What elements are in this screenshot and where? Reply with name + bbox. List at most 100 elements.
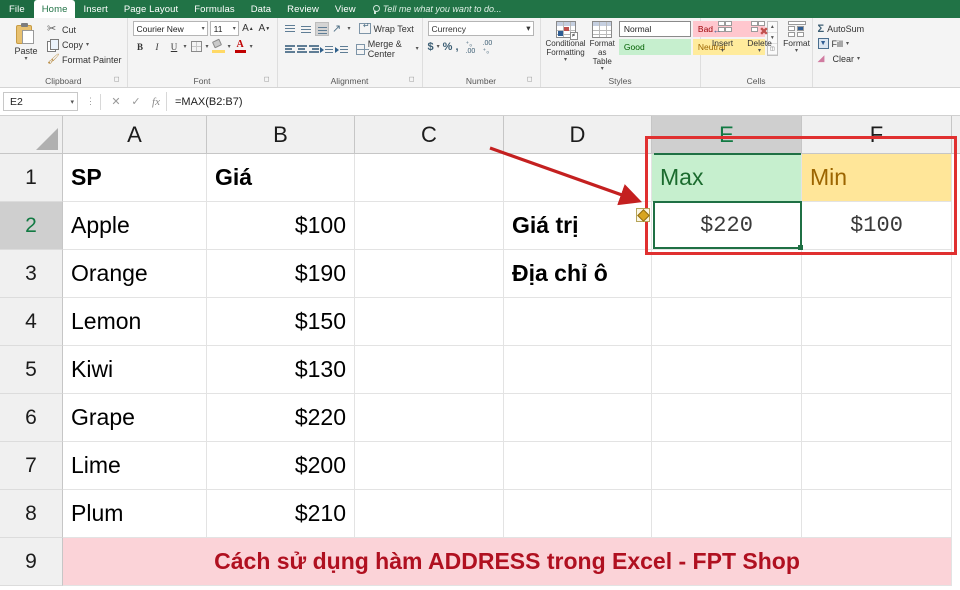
cell-c4[interactable] bbox=[355, 298, 504, 346]
chevron-down-icon[interactable]: ▾ bbox=[228, 44, 231, 50]
chevron-down-icon[interactable]: ▾ bbox=[564, 57, 567, 63]
merge-center-button[interactable]: Merge & Center ▾ bbox=[356, 39, 419, 59]
cell-a2[interactable]: Apple bbox=[63, 202, 207, 250]
column-header-c[interactable]: C bbox=[355, 116, 504, 153]
cell-d4[interactable] bbox=[504, 298, 652, 346]
cell-b4[interactable]: $150 bbox=[207, 298, 355, 346]
cell-a6[interactable]: Grape bbox=[63, 394, 207, 442]
cell-d7[interactable] bbox=[504, 442, 652, 490]
number-format-combo[interactable]: Currency ▾ bbox=[428, 21, 534, 36]
cell-f5[interactable] bbox=[802, 346, 952, 394]
chevron-down-icon[interactable]: ▾ bbox=[416, 46, 419, 52]
borders-button[interactable] bbox=[189, 39, 204, 54]
font-color-button[interactable]: A bbox=[233, 39, 248, 54]
cell-b3[interactable]: $190 bbox=[207, 250, 355, 298]
chevron-down-icon[interactable]: ▾ bbox=[70, 98, 74, 106]
number-dialog-launcher[interactable]: ◻ bbox=[527, 74, 533, 86]
cell-a8[interactable]: Plum bbox=[63, 490, 207, 538]
cell-f7[interactable] bbox=[802, 442, 952, 490]
tab-review[interactable]: Review bbox=[279, 0, 327, 18]
fill-handle[interactable] bbox=[798, 245, 803, 250]
tab-formulas[interactable]: Formulas bbox=[186, 0, 242, 18]
confirm-formula-button[interactable]: ✓ bbox=[126, 95, 146, 108]
cell-e1[interactable]: Max bbox=[652, 154, 802, 202]
column-header-b[interactable]: B bbox=[207, 116, 355, 153]
column-header-e[interactable]: E bbox=[652, 116, 802, 153]
row-header-7[interactable]: 7 bbox=[0, 442, 63, 490]
chevron-down-icon[interactable]: ▾ bbox=[857, 56, 860, 62]
row-header-6[interactable]: 6 bbox=[0, 394, 63, 442]
cell-c8[interactable] bbox=[355, 490, 504, 538]
clear-button[interactable]: Clear ▾ bbox=[818, 51, 865, 66]
cell-a1[interactable]: SP bbox=[63, 154, 207, 202]
font-name-combo[interactable]: Courier New ▾ bbox=[133, 21, 208, 36]
chevron-down-icon[interactable]: ▾ bbox=[758, 48, 761, 54]
column-header-f[interactable]: F bbox=[802, 116, 952, 153]
formula-input[interactable]: =MAX(B2:B7) bbox=[166, 92, 960, 111]
chevron-down-icon[interactable]: ▾ bbox=[184, 44, 187, 50]
chevron-down-icon[interactable]: ▾ bbox=[348, 26, 351, 32]
cell-b5[interactable]: $130 bbox=[207, 346, 355, 394]
cell-b8[interactable]: $210 bbox=[207, 490, 355, 538]
tab-view[interactable]: View bbox=[327, 0, 364, 18]
insert-function-button[interactable]: fx bbox=[146, 96, 166, 108]
cell-e2[interactable]: $220 bbox=[652, 202, 802, 250]
alignment-dialog-launcher[interactable]: ◻ bbox=[409, 74, 415, 86]
cancel-formula-button[interactable]: ✕ bbox=[106, 95, 126, 108]
tab-home[interactable]: Home bbox=[34, 0, 76, 18]
orientation-button[interactable] bbox=[331, 21, 346, 36]
align-bottom-button[interactable] bbox=[315, 22, 329, 36]
align-center-button[interactable] bbox=[295, 42, 305, 56]
row-header-8[interactable]: 8 bbox=[0, 490, 63, 538]
bold-button[interactable]: B bbox=[133, 39, 148, 54]
decrease-indent-button[interactable] bbox=[320, 42, 333, 57]
row-header-5[interactable]: 5 bbox=[0, 346, 63, 394]
cell-f8[interactable] bbox=[802, 490, 952, 538]
cell-e6[interactable] bbox=[652, 394, 802, 442]
cell-c5[interactable] bbox=[355, 346, 504, 394]
cell-style-good[interactable]: Good bbox=[619, 39, 691, 55]
cell-f6[interactable] bbox=[802, 394, 952, 442]
row-header-4[interactable]: 4 bbox=[0, 298, 63, 346]
chevron-down-icon[interactable]: ▾ bbox=[24, 56, 27, 62]
chevron-down-icon[interactable]: ▾ bbox=[846, 41, 849, 47]
align-left-button[interactable] bbox=[283, 42, 293, 56]
decrease-font-size-button[interactable]: A▼ bbox=[257, 21, 271, 36]
chevron-down-icon[interactable]: ▾ bbox=[250, 44, 253, 50]
cell-d2[interactable]: Giá trị bbox=[504, 202, 652, 250]
cell-c6[interactable] bbox=[355, 394, 504, 442]
tab-data[interactable]: Data bbox=[243, 0, 279, 18]
comma-format-button[interactable]: , bbox=[455, 41, 458, 53]
cell-a5[interactable]: Kiwi bbox=[63, 346, 207, 394]
cell-f4[interactable] bbox=[802, 298, 952, 346]
decrease-decimal-button[interactable]: .00⁺₀ bbox=[483, 40, 497, 53]
tell-me-search[interactable]: Tell me what you want to do... bbox=[364, 0, 510, 18]
font-size-combo[interactable]: 11 ▾ bbox=[210, 21, 239, 36]
cell-b7[interactable]: $200 bbox=[207, 442, 355, 490]
select-all-corner[interactable] bbox=[0, 116, 63, 153]
underline-button[interactable]: U bbox=[167, 39, 182, 54]
format-as-table-button[interactable]: Format as Table ▾ bbox=[590, 21, 615, 72]
name-box[interactable]: E2 ▾ bbox=[3, 92, 78, 111]
cell-f3[interactable] bbox=[802, 250, 952, 298]
cell-d5[interactable] bbox=[504, 346, 652, 394]
cell-e5[interactable] bbox=[652, 346, 802, 394]
chevron-down-icon[interactable]: ▾ bbox=[721, 48, 724, 54]
tab-file[interactable]: File bbox=[0, 0, 34, 18]
cell-e7[interactable] bbox=[652, 442, 802, 490]
tab-page-layout[interactable]: Page Layout bbox=[116, 0, 186, 18]
cut-button[interactable]: Cut bbox=[47, 23, 122, 36]
chevron-down-icon[interactable]: ▾ bbox=[437, 44, 440, 50]
error-indicator-icon[interactable] bbox=[636, 208, 650, 222]
row-header-1[interactable]: 1 bbox=[0, 154, 63, 202]
insert-cells-button[interactable]: ← Insert ▾ bbox=[706, 21, 740, 54]
wrap-text-button[interactable]: Wrap Text bbox=[359, 23, 414, 34]
format-painter-button[interactable]: Format Painter bbox=[47, 53, 122, 66]
cell-c3[interactable] bbox=[355, 250, 504, 298]
delete-cells-button[interactable]: ✖ Delete ▾ bbox=[743, 21, 777, 54]
row-header-3[interactable]: 3 bbox=[0, 250, 63, 298]
increase-font-size-button[interactable]: A▲ bbox=[241, 21, 255, 36]
cell-a3[interactable]: Orange bbox=[63, 250, 207, 298]
align-right-button[interactable] bbox=[307, 42, 317, 56]
clipboard-dialog-launcher[interactable]: ◻ bbox=[114, 74, 120, 86]
